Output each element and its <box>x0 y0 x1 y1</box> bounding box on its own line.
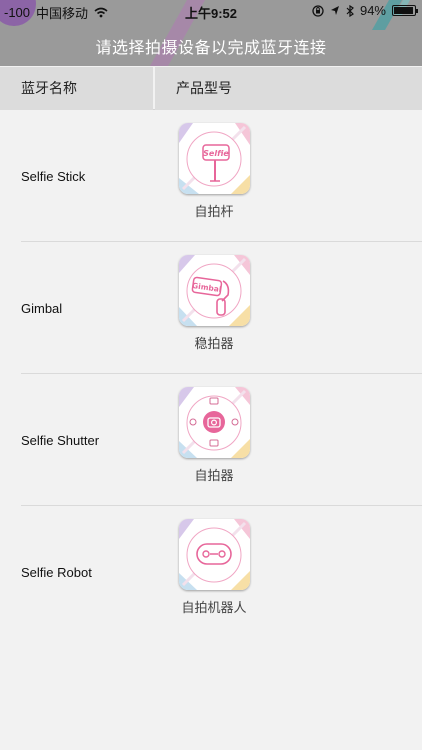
page-title: 请选择拍摄设备以完成蓝牙连接 <box>95 40 327 57</box>
battery-icon <box>392 5 418 16</box>
bluetooth-icon <box>346 4 354 17</box>
device-name: Selfie Shutter <box>21 433 100 448</box>
device-row-selfie-shutter[interactable]: Selfie Shutter 自拍器 <box>0 374 422 506</box>
battery-level <box>394 7 413 14</box>
column-header-model: 产品型号 <box>155 67 422 110</box>
device-row-gimbal[interactable]: Gimbal Gimbal 稳拍器 <box>0 242 422 374</box>
device-caption: 稳拍器 <box>194 336 234 351</box>
table-header: 蓝牙名称 产品型号 <box>0 67 422 110</box>
battery-percent: 94% <box>359 3 386 18</box>
icon-label: Selfie <box>203 149 229 158</box>
selfie-shutter-icon[interactable] <box>179 387 250 458</box>
orientation-lock-icon <box>312 4 324 17</box>
device-caption: 自拍杆 <box>194 204 234 219</box>
device-row-selfie-stick[interactable]: Selfie Stick Selfie 自拍杆 <box>0 110 422 242</box>
column-header-name: 蓝牙名称 <box>0 67 153 110</box>
device-row-selfie-robot[interactable]: Selfie Robot 自拍机器人 <box>0 506 422 638</box>
selfie-stick-icon[interactable]: Selfie <box>179 123 250 194</box>
gimbal-icon[interactable]: Gimbal <box>179 255 250 326</box>
selfie-robot-icon[interactable] <box>179 519 250 590</box>
device-name: Selfie Robot <box>21 565 92 580</box>
device-caption: 自拍器 <box>194 468 234 483</box>
device-name: Selfie Stick <box>21 169 86 184</box>
top-header: -100 中国移动 上午9:52 94% 请选择拍摄设备以完成蓝牙连接 <box>0 0 422 66</box>
status-bar: -100 中国移动 上午9:52 94% <box>0 0 422 22</box>
device-name: Gimbal <box>21 301 63 316</box>
location-arrow-icon <box>330 6 339 15</box>
device-caption: 自拍机器人 <box>181 600 247 615</box>
